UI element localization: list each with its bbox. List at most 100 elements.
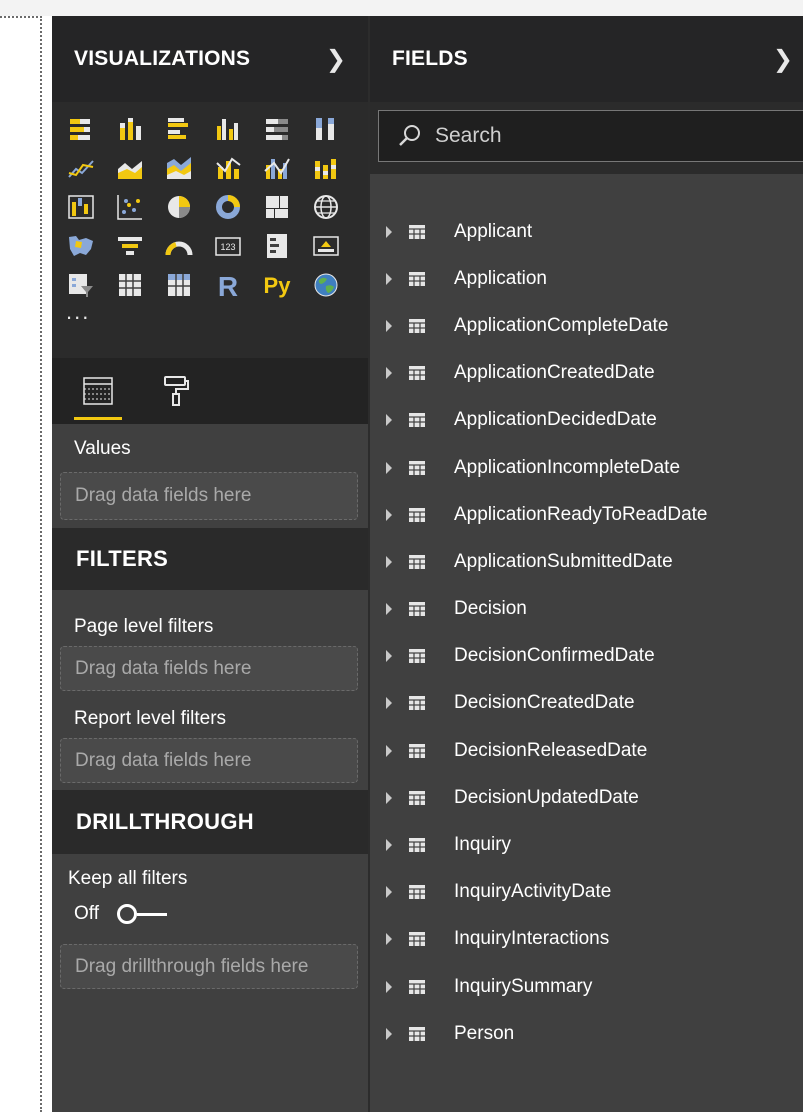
table-icon [409, 318, 425, 333]
field-table-row[interactable]: InquiryActivityDate [370, 869, 803, 916]
field-table-name: ApplicationReadyToReadDate [454, 503, 708, 525]
field-table-row[interactable]: InquiryInteractions [370, 916, 803, 963]
expand-caret-icon[interactable] [386, 367, 392, 380]
field-table-row[interactable]: DecisionConfirmedDate [370, 633, 803, 680]
stacked-area-chart-icon[interactable] [164, 153, 194, 183]
card-icon-text: 123 [220, 242, 235, 252]
field-table-name: Application [454, 267, 547, 289]
100-stacked-bar-chart-icon[interactable] [262, 114, 292, 144]
table-icon [409, 1026, 425, 1041]
slicer-icon[interactable] [66, 270, 96, 300]
search-icon [399, 125, 420, 146]
table-icon[interactable] [115, 270, 145, 300]
expand-caret-icon[interactable] [386, 555, 392, 568]
gauge-icon[interactable] [164, 231, 194, 261]
tab-fields[interactable] [74, 368, 122, 420]
100-stacked-column-chart-icon[interactable] [311, 114, 341, 144]
tab-format[interactable] [152, 368, 200, 414]
pie-chart-icon[interactable] [164, 192, 194, 222]
page-level-filters-label: Page level filters [74, 616, 214, 637]
field-table-row[interactable]: Decision [370, 586, 803, 633]
matrix-icon[interactable] [164, 270, 194, 300]
scatter-chart-icon[interactable] [115, 192, 145, 222]
line-and-column-chart-icon[interactable] [213, 153, 243, 183]
field-table-name: InquirySummary [454, 975, 593, 997]
keep-all-filters-toggle[interactable] [117, 904, 167, 924]
field-table-name: Inquiry [454, 834, 512, 856]
collapse-fields-chevron-icon[interactable]: ❯ [773, 45, 793, 73]
donut-chart-icon[interactable] [213, 192, 243, 222]
fields-search-input[interactable]: Search [378, 110, 803, 162]
expand-caret-icon[interactable] [386, 1027, 392, 1040]
page-level-filters-drop-zone[interactable]: Drag data fields here [60, 646, 358, 691]
expand-caret-icon[interactable] [386, 508, 392, 521]
r-script-visual-icon[interactable]: R [213, 270, 243, 300]
multi-row-card-icon[interactable] [262, 231, 292, 261]
fields-pane: FIELDS ❯ Search Applicant Application Appl… [368, 16, 803, 1112]
python-visual-icon[interactable]: Py [262, 270, 292, 300]
expand-caret-icon[interactable] [386, 791, 392, 804]
field-table-row[interactable]: Applicant [370, 208, 803, 255]
map-icon[interactable] [311, 192, 341, 222]
field-table-row[interactable]: Application [370, 255, 803, 302]
field-table-row[interactable]: Inquiry [370, 821, 803, 868]
field-table-row[interactable]: ApplicationReadyToReadDate [370, 491, 803, 538]
stacked-column-chart-icon[interactable] [115, 114, 145, 144]
field-table-row[interactable]: ApplicationDecidedDate [370, 397, 803, 444]
funnel-icon[interactable] [115, 231, 145, 261]
clustered-column-chart-icon[interactable] [213, 114, 243, 144]
field-table-row[interactable]: ApplicationSubmittedDate [370, 538, 803, 585]
values-drop-zone[interactable]: Drag data fields here [60, 472, 358, 520]
expand-caret-icon[interactable] [386, 744, 392, 757]
expand-caret-icon[interactable] [386, 980, 392, 993]
r-script-visual-text: R [218, 271, 238, 300]
drillthrough-drop-zone[interactable]: Drag drillthrough fields here [60, 944, 358, 989]
field-table-row[interactable]: ApplicationCompleteDate [370, 302, 803, 349]
more-visuals-ellipsis[interactable]: ... [66, 301, 368, 323]
expand-caret-icon[interactable] [386, 839, 392, 852]
waterfall-chart-icon[interactable] [66, 192, 96, 222]
report-level-filters-drop-zone[interactable]: Drag data fields here [60, 738, 358, 783]
clustered-bar-chart-icon[interactable] [164, 114, 194, 144]
expand-caret-icon[interactable] [386, 933, 392, 946]
stacked-bar-chart-icon[interactable] [66, 114, 96, 144]
field-table-row[interactable]: Person [370, 1010, 803, 1057]
expand-caret-icon[interactable] [386, 414, 392, 427]
table-icon [409, 224, 425, 239]
ribbon-chart-icon[interactable] [311, 153, 341, 183]
table-icon [409, 932, 425, 947]
field-list: Applicant Application ApplicationCompleteD… [370, 174, 803, 1057]
field-table-row[interactable]: ApplicationIncompleteDate [370, 444, 803, 491]
collapse-visualizations-chevron-icon[interactable]: ❯ [326, 45, 346, 73]
filled-map-icon[interactable] [66, 231, 96, 261]
visualizations-header: VISUALIZATIONS ❯ [52, 16, 368, 102]
field-table-row[interactable]: InquirySummary [370, 963, 803, 1010]
field-table-row[interactable]: ApplicationCreatedDate [370, 350, 803, 397]
expand-caret-icon[interactable] [386, 272, 392, 285]
card-icon[interactable]: 123 [213, 231, 243, 261]
python-visual-text: Py [264, 273, 292, 298]
expand-caret-icon[interactable] [386, 603, 392, 616]
treemap-icon[interactable] [262, 192, 292, 222]
field-table-name: DecisionReleasedDate [454, 739, 648, 761]
expand-caret-icon[interactable] [386, 319, 392, 332]
arcgis-map-icon[interactable] [311, 270, 341, 300]
field-table-row[interactable]: DecisionReleasedDate [370, 727, 803, 774]
expand-caret-icon[interactable] [386, 461, 392, 474]
expand-caret-icon[interactable] [386, 886, 392, 899]
expand-caret-icon[interactable] [386, 225, 392, 238]
line-chart-icon[interactable] [66, 153, 96, 183]
field-table-name: DecisionConfirmedDate [454, 645, 655, 667]
field-table-row[interactable]: DecisionCreatedDate [370, 680, 803, 727]
expand-caret-icon[interactable] [386, 650, 392, 663]
field-table-row[interactable]: DecisionUpdatedDate [370, 774, 803, 821]
line-and-clustered-column-chart-icon[interactable] [262, 153, 292, 183]
expand-caret-icon[interactable] [386, 697, 392, 710]
report-canvas[interactable] [0, 16, 52, 1112]
field-table-name: Applicant [454, 220, 533, 242]
format-paint-roller-icon [164, 376, 189, 406]
area-chart-icon[interactable] [115, 153, 145, 183]
kpi-icon[interactable] [311, 231, 341, 261]
table-icon [409, 460, 425, 475]
visualizations-pane: VISUALIZATIONS ❯ 123 R Py ... Values Dra… [52, 16, 368, 1112]
